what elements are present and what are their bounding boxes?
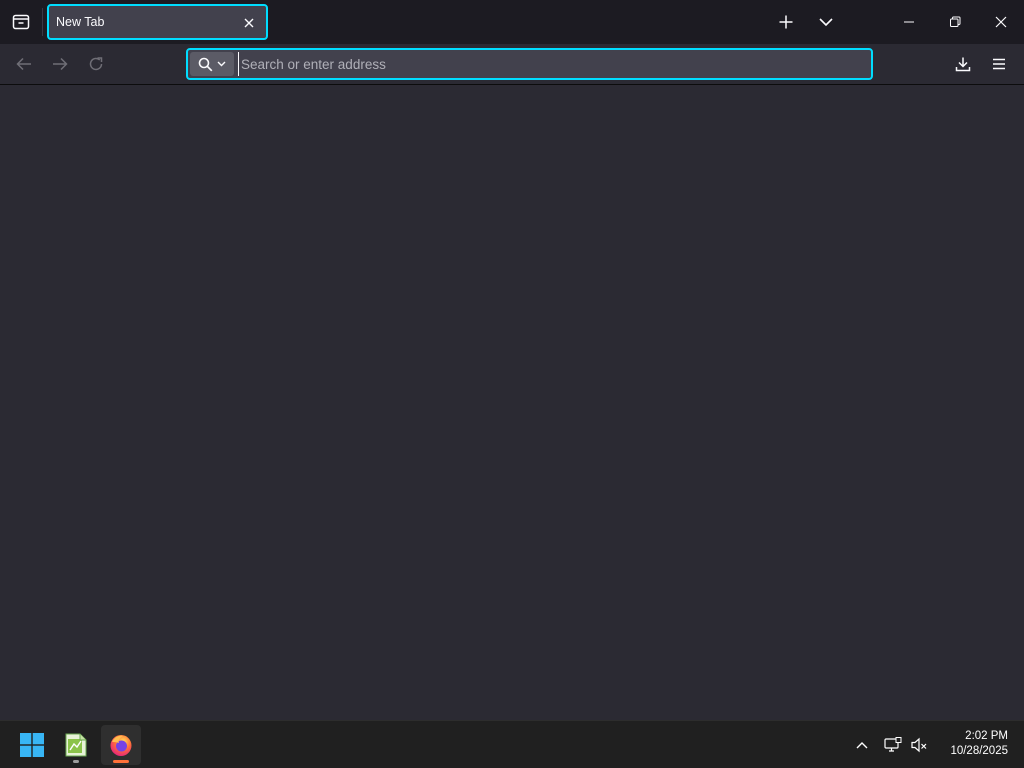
volume-muted-icon (911, 737, 927, 753)
forward-button[interactable] (44, 48, 76, 80)
downloads-button[interactable] (947, 48, 979, 80)
taskbar-app-firefox[interactable] (101, 725, 141, 765)
tab-separator (42, 8, 43, 36)
windows-logo-icon (20, 733, 44, 757)
chevron-up-icon (856, 742, 868, 749)
tab-list-button[interactable] (0, 0, 42, 44)
close-icon (244, 18, 254, 28)
chevron-down-icon (217, 61, 226, 67)
clock-time: 2:02 PM (965, 730, 1008, 742)
minimize-icon (904, 21, 914, 23)
network-status-button[interactable] (880, 731, 906, 759)
taskbar-app-spreadsheet[interactable] (56, 725, 96, 765)
search-icon (198, 57, 213, 71)
search-mode-button[interactable] (190, 52, 234, 76)
forward-arrow-icon (53, 57, 68, 71)
back-arrow-icon (16, 57, 31, 71)
reload-button[interactable] (80, 48, 112, 80)
clock-date: 10/28/2025 (950, 745, 1008, 757)
spreadsheet-app-icon (65, 733, 87, 757)
taskbar: 2:02 PM 10/28/2025 (0, 720, 1024, 768)
tab-strip: New Tab (0, 0, 1024, 44)
list-all-tabs-button[interactable] (806, 0, 846, 44)
tab-new-tab[interactable]: New Tab (47, 4, 268, 40)
chevron-down-icon (819, 18, 833, 27)
start-button[interactable] (12, 725, 52, 765)
application-menu-button[interactable] (983, 48, 1015, 80)
tab-title: New Tab (56, 15, 105, 29)
address-bar (186, 48, 873, 80)
close-icon (995, 16, 1007, 28)
taskbar-clock[interactable]: 2:02 PM 10/28/2025 (936, 729, 1016, 761)
restore-button[interactable] (932, 0, 978, 44)
app-active-indicator (113, 760, 129, 763)
tab-list-icon (12, 14, 30, 30)
volume-button[interactable] (906, 731, 932, 759)
minimize-button[interactable] (886, 0, 932, 44)
hamburger-menu-icon (993, 58, 1005, 70)
plus-icon (779, 15, 793, 29)
show-hidden-icons-button[interactable] (849, 731, 875, 759)
reload-icon (89, 57, 103, 71)
navigation-toolbar (0, 44, 1024, 85)
app-running-indicator (73, 760, 79, 763)
close-window-button[interactable] (978, 0, 1024, 44)
download-icon (955, 57, 971, 72)
page-content-area[interactable] (0, 86, 1024, 720)
tab-close-button[interactable] (238, 12, 260, 34)
new-tab-button[interactable] (766, 0, 806, 44)
firefox-icon (110, 735, 132, 756)
address-input[interactable] (238, 52, 858, 76)
back-button[interactable] (8, 48, 40, 80)
restore-icon (950, 16, 961, 27)
network-icon (884, 737, 902, 752)
